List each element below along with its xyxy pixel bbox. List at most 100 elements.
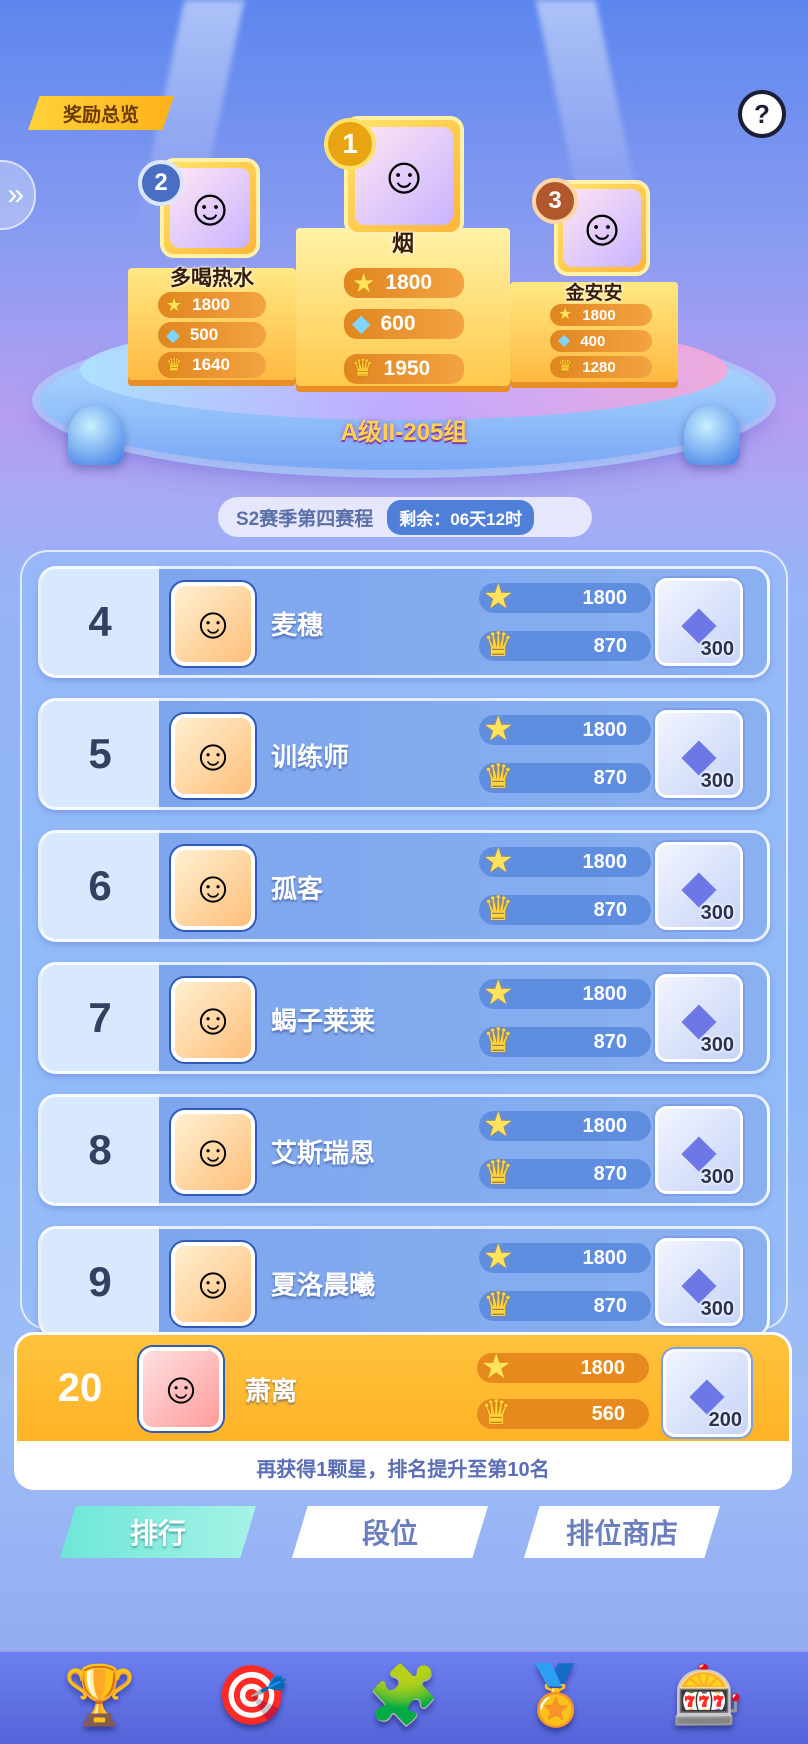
- player-stars: ★ 1800: [479, 710, 651, 748]
- reward-overview-button[interactable]: 奖励总览: [28, 96, 174, 130]
- star-icon: ★: [558, 306, 573, 323]
- star-icon: ★: [352, 268, 376, 298]
- player-stars: ★ 1800: [479, 578, 651, 616]
- crown-icon: ♛: [483, 1154, 514, 1192]
- avatar[interactable]: ☺: [171, 978, 255, 1062]
- podium-third-gems: ◆ 400: [550, 330, 652, 352]
- reward-box[interactable]: ◆ 300: [655, 1238, 743, 1326]
- star-icon: ★: [483, 842, 514, 880]
- question-icon: ?: [754, 98, 770, 129]
- tab-ranking[interactable]: 排行: [60, 1506, 256, 1558]
- player-stars: ★ 1800: [479, 974, 651, 1012]
- crown-icon: ♛: [483, 1022, 514, 1060]
- player-stars: ★ 1800: [479, 1238, 651, 1276]
- nav-slot-machine-icon[interactable]: 🎰: [660, 1648, 756, 1744]
- tab-rank-shop[interactable]: 排位商店: [524, 1506, 720, 1558]
- podium-first-stars: ★ 1800: [344, 268, 464, 298]
- reward-amount: 300: [700, 770, 734, 792]
- player-crowns: ♛ 870: [479, 1154, 651, 1192]
- podium-first-crowns: ♛ 1950: [344, 354, 464, 384]
- season-info: S2赛季第四赛程 剩余：06天12时: [218, 497, 592, 537]
- player-stars: ★ 1800: [479, 1106, 651, 1144]
- avatar[interactable]: ☺: [139, 1347, 223, 1431]
- player-name: 艾斯瑞恩: [271, 1138, 376, 1168]
- avatar[interactable]: ☺: [171, 1242, 255, 1326]
- crown-icon: ♛: [352, 355, 374, 382]
- nav-medal-icon[interactable]: 🏅: [508, 1648, 604, 1744]
- my-rank-row[interactable]: 20 ☺ 萧离 ★ 1800 ♛ 560 ◆ 200: [14, 1332, 792, 1444]
- podium-third-name: 金安安: [565, 283, 623, 304]
- table-row[interactable]: 5 ☺ 训练师 ★ 1800 ♛ 870 ◆ 300: [38, 698, 770, 810]
- my-crowns: ♛ 560: [477, 1394, 649, 1432]
- reward-amount: 300: [700, 638, 734, 660]
- player-crowns: ♛ 870: [479, 626, 651, 664]
- podium-third-stars: ★ 1800: [550, 304, 652, 326]
- rank-tip: 再获得1颗星，排名提升至第10名: [14, 1444, 792, 1490]
- avatar[interactable]: ☺: [171, 846, 255, 930]
- medal-second-icon: 2: [138, 160, 184, 206]
- star-icon: ★: [483, 1106, 514, 1144]
- reward-box[interactable]: ◆ 300: [655, 1106, 743, 1194]
- tab-division[interactable]: 段位: [292, 1506, 488, 1558]
- rank-number: 8: [88, 1126, 112, 1173]
- table-row[interactable]: 9 ☺ 夏洛晨曦 ★ 1800 ♛ 870 ◆ 300: [38, 1226, 770, 1338]
- table-row[interactable]: 8 ☺ 艾斯瑞恩 ★ 1800 ♛ 870 ◆ 300: [38, 1094, 770, 1206]
- avatar[interactable]: ☺: [171, 714, 255, 798]
- season-remaining: 剩余：06天12时: [387, 499, 535, 535]
- player-crowns: ♛ 870: [479, 890, 651, 928]
- nav-puzzle-icon[interactable]: 🧩: [356, 1648, 452, 1744]
- reward-amount: 300: [700, 1298, 734, 1320]
- reward-box[interactable]: ◆ 300: [655, 974, 743, 1062]
- bottom-nav: 🏆 🎯 🧩 🏅 🎰: [0, 1650, 808, 1744]
- player-stars: ★ 1800: [479, 842, 651, 880]
- podium-first-gems: ◆ 600: [344, 309, 464, 339]
- table-row[interactable]: 7 ☺ 蝎子莱莱 ★ 1800 ♛ 870 ◆ 300: [38, 962, 770, 1074]
- podium-second-gems: ◆ 500: [158, 322, 266, 348]
- crown-icon: ♛: [558, 358, 573, 375]
- my-rank-number: 20: [57, 1365, 103, 1410]
- medal-first-icon: 1: [324, 118, 376, 170]
- rank-number: 7: [88, 994, 112, 1041]
- table-row[interactable]: 6 ☺ 孤客 ★ 1800 ♛ 870 ◆ 300: [38, 830, 770, 942]
- podium-second-stars: ★ 1800: [158, 292, 266, 318]
- medal-third-icon: 3: [532, 178, 578, 224]
- crown-icon: ♛: [481, 1394, 512, 1432]
- reward-box[interactable]: ◆ 300: [655, 842, 743, 930]
- avatar[interactable]: ☺: [171, 1110, 255, 1194]
- rank-number: 6: [88, 862, 112, 909]
- rank-number: 9: [88, 1258, 112, 1305]
- help-button[interactable]: ?: [738, 90, 786, 138]
- my-name: 萧离: [245, 1376, 298, 1406]
- podium-second-name: 多喝热水: [170, 267, 254, 290]
- crown-icon: ♛: [483, 758, 514, 796]
- reward-box[interactable]: ◆ 300: [655, 578, 743, 666]
- avatar[interactable]: ☺: [171, 582, 255, 666]
- reward-box[interactable]: ◆ 300: [655, 710, 743, 798]
- crown-icon: ♛: [483, 1286, 514, 1324]
- my-reward-box[interactable]: ◆ 200: [663, 1349, 751, 1437]
- reward-amount: 300: [700, 1166, 734, 1188]
- season-title: S2赛季第四赛程: [236, 508, 374, 530]
- gem-icon: ◆: [558, 332, 571, 349]
- nav-trophy-icon[interactable]: 🏆: [52, 1648, 148, 1744]
- gem-icon: ◆: [166, 325, 180, 345]
- group-label: A级II-205组: [340, 419, 468, 446]
- player-crowns: ♛ 870: [479, 1286, 651, 1324]
- player-name: 孤客: [271, 874, 324, 904]
- player-name: 训练师: [271, 742, 350, 772]
- reward-amount: 200: [708, 1409, 742, 1431]
- my-stars: ★ 1800: [477, 1348, 649, 1386]
- rank-number: 4: [88, 598, 112, 645]
- reward-amount: 300: [700, 1034, 734, 1056]
- table-row[interactable]: 4 ☺ 麦穗 ★ 1800 ♛ 870 ◆ 300: [38, 566, 770, 678]
- rank-number: 5: [88, 730, 112, 777]
- star-icon: ★: [483, 710, 514, 748]
- nav-target-icon[interactable]: 🎯: [204, 1648, 300, 1744]
- star-icon: ★: [166, 295, 183, 315]
- podium-first-name: 烟: [391, 231, 414, 256]
- player-name: 夏洛晨曦: [271, 1270, 376, 1300]
- star-icon: ★: [481, 1348, 512, 1386]
- side-expand-button[interactable]: »: [0, 160, 36, 230]
- double-chevron-right-icon: »: [7, 178, 24, 211]
- crown-icon: ♛: [166, 355, 183, 375]
